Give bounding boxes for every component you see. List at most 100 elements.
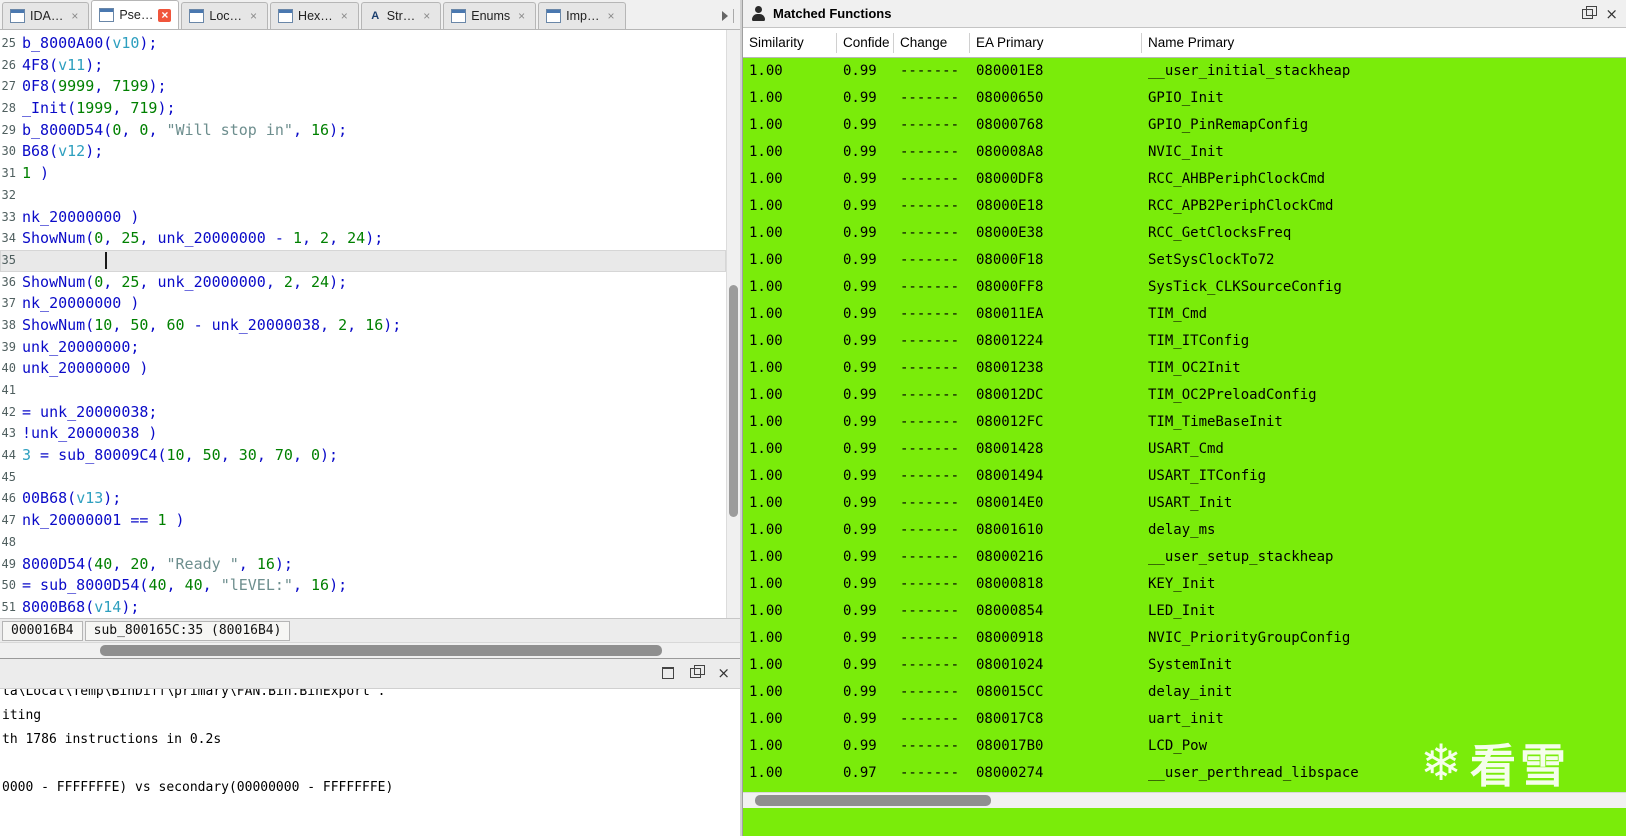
cell-name-primary: delay_init — [1148, 684, 1233, 700]
code-line-50[interactable]: 50 = sub_8000D54(40, 40, "lEVEL:", 16); — [0, 575, 726, 597]
matched-function-row[interactable]: 1.00 0.99 ------- 08000650 GPIO_Init — [743, 85, 1626, 112]
maximize-icon[interactable] — [662, 667, 675, 679]
matched-function-row[interactable]: 1.00 0.99 ------- 08000E38 RCC_GetClocksFreq — [743, 220, 1626, 247]
matched-function-row[interactable]: 1.00 0.99 ------- 08001224 TIM_ITConfig — [743, 328, 1626, 355]
code-line-35[interactable]: 35 — [0, 249, 726, 272]
matched-function-row[interactable]: 1.00 0.99 ------- 080015CC delay_init — [743, 679, 1626, 706]
matched-function-row[interactable]: 1.00 0.99 ------- 08000216 __user_setup_stac… — [743, 544, 1626, 571]
scrollbar-thumb[interactable] — [100, 645, 662, 656]
code-line-39[interactable]: 39 unk_20000000; — [0, 337, 726, 359]
matched-function-row[interactable]: 1.00 0.99 ------- 08001494 USART_ITConfig — [743, 463, 1626, 490]
matched-function-row[interactable]: 1.00 0.99 ------- 08000FF8 SysTick_CLKSource… — [743, 274, 1626, 301]
code-line-32[interactable]: 32 — [0, 185, 726, 207]
code-line-36[interactable]: 36 ShowNum(0, 25, unk_20000000, 2, 24); — [0, 272, 726, 294]
scrollbar-thumb[interactable] — [729, 285, 738, 517]
code-line-40[interactable]: 40 unk_20000000 ) — [0, 358, 726, 380]
matched-function-row[interactable]: 1.00 0.99 ------- 080017B0 LCD_Pow — [743, 733, 1626, 760]
matched-function-row[interactable]: 1.00 0.99 ------- 08000E18 RCC_APB2PeriphClo… — [743, 193, 1626, 220]
cell-similarity: 1.00 — [749, 279, 783, 295]
scrollbar-thumb[interactable] — [755, 795, 991, 806]
tab-loc[interactable]: Loc… × — [181, 2, 269, 29]
code-line-34[interactable]: 34 ShowNum(0, 25, unk_20000000 - 1, 2, 24… — [0, 228, 726, 250]
matched-function-row[interactable]: 1.00 0.99 ------- 08001428 USART_Cmd — [743, 436, 1626, 463]
cell-change: ------- — [900, 117, 960, 133]
code-line-27[interactable]: 27 0F8(9999, 7199); — [0, 76, 726, 98]
tab-close-icon[interactable]: × — [420, 10, 433, 23]
cell-change: ------- — [900, 252, 960, 268]
code-line-28[interactable]: 28 _Init(1999, 719); — [0, 98, 726, 120]
matched-function-row[interactable]: 1.00 0.99 ------- 080017C8 uart_init — [743, 706, 1626, 733]
pseudocode-horizontal-scrollbar[interactable] — [0, 642, 740, 658]
code-line-33[interactable]: 33 nk_20000000 ) — [0, 207, 726, 229]
matched-function-row[interactable]: 1.00 0.99 ------- 08001238 TIM_OC2Init — [743, 355, 1626, 382]
code-line-44[interactable]: 44 3 = sub_80009C4(10, 50, 30, 70, 0); — [0, 445, 726, 467]
code-line-48[interactable]: 48 — [0, 532, 726, 554]
matched-function-row[interactable]: 1.00 0.99 ------- 08001024 SystemInit — [743, 652, 1626, 679]
code-line-41[interactable]: 41 — [0, 380, 726, 402]
matched-function-row[interactable]: 1.00 0.99 ------- 080014E0 USART_Init — [743, 490, 1626, 517]
column-header-change[interactable]: Change — [894, 32, 970, 53]
matched-function-row[interactable]: 1.00 0.97 ------- 08000274 __user_perthread_… — [743, 760, 1626, 787]
code-line-51[interactable]: 51 8000B68(v14); — [0, 597, 726, 618]
column-header-confidence[interactable]: Confide — [837, 32, 894, 53]
tab-pse[interactable]: Pse… × — [91, 0, 180, 29]
pseudocode-vertical-scrollbar[interactable] — [726, 30, 740, 618]
cell-name-primary: NVIC_PriorityGroupConfig — [1148, 630, 1351, 646]
matched-function-row[interactable]: 1.00 0.99 ------- 08000F18 SetSysClockTo72 — [743, 247, 1626, 274]
matched-function-row[interactable]: 1.00 0.99 ------- 080011EA TIM_Cmd — [743, 301, 1626, 328]
mf-rows[interactable]: 1.00 0.99 ------- 080001E8 __user_initial_st… — [743, 58, 1626, 792]
close-icon[interactable]: × — [717, 666, 730, 681]
cell-similarity: 1.00 — [749, 414, 783, 430]
matched-function-row[interactable]: 1.00 0.99 ------- 08001610 delay_ms — [743, 517, 1626, 544]
restore-window-icon[interactable] — [1582, 5, 1598, 19]
code-line-42[interactable]: 42 = unk_20000038; — [0, 402, 726, 424]
matched-function-row[interactable]: 1.00 0.99 ------- 080012DC TIM_OC2PreloadCon… — [743, 382, 1626, 409]
tab-close-icon[interactable]: × — [68, 10, 81, 23]
cell-change: ------- — [900, 711, 960, 727]
cell-change: ------- — [900, 468, 960, 484]
pseudocode-view[interactable]: 25 b_8000A00(v10); 26 4F8(v11); 27 0F8(9999, … — [0, 30, 740, 618]
code-line-47[interactable]: 47 nk_20000001 == 1 ) — [0, 510, 726, 532]
tab-imp[interactable]: Imp… × — [538, 2, 626, 29]
tab-scroll-controls[interactable] — [722, 9, 740, 29]
tab-enums[interactable]: Enums × — [443, 2, 537, 29]
code-line-37[interactable]: 37 nk_20000000 ) — [0, 293, 726, 315]
matched-function-row[interactable]: 1.00 0.99 ------- 08000818 KEY_Init — [743, 571, 1626, 598]
matched-function-row[interactable]: 1.00 0.99 ------- 08000DF8 RCC_AHBPeriphCloc… — [743, 166, 1626, 193]
code-line-38[interactable]: 38 ShowNum(10, 50, 60 - unk_20000038, 2, … — [0, 315, 726, 337]
matched-function-row[interactable]: 1.00 0.99 ------- 080001E8 __user_initial_st… — [743, 58, 1626, 85]
matched-function-row[interactable]: 1.00 0.99 ------- 080008A8 NVIC_Init — [743, 139, 1626, 166]
tab-hex[interactable]: Hex… × — [270, 2, 359, 29]
code-line-43[interactable]: 43 !unk_20000038 ) — [0, 423, 726, 445]
tab-scroll-right-icon[interactable] — [722, 11, 728, 21]
code-line-30[interactable]: 30 B68(v12); — [0, 141, 726, 163]
code-line-26[interactable]: 26 4F8(v11); — [0, 55, 726, 77]
code-line-45[interactable]: 45 — [0, 467, 726, 489]
line-number: 45 — [1, 469, 16, 484]
matched-function-row[interactable]: 1.00 0.99 ------- 080012FC TIM_TimeBaseInit — [743, 409, 1626, 436]
tab-close-icon[interactable]: × — [338, 10, 351, 23]
code-line-49[interactable]: 49 8000D54(40, 20, "Ready ", 16); — [0, 554, 726, 576]
tab-close-icon[interactable]: × — [515, 10, 528, 23]
matched-function-row[interactable]: 1.00 0.99 ------- 08000854 LED_Init — [743, 598, 1626, 625]
code-line-46[interactable]: 46 00B68(v13); — [0, 488, 726, 510]
tab-close-icon[interactable]: × — [605, 10, 618, 23]
matched-function-row[interactable]: 1.00 0.99 ------- 08000768 GPIO_PinRemapConf… — [743, 112, 1626, 139]
mf-horizontal-scrollbar[interactable] — [743, 792, 1626, 808]
tab-str[interactable]: Str… × — [360, 2, 442, 29]
matched-function-row[interactable]: 1.00 0.99 ------- 08000918 NVIC_PriorityGrou… — [743, 625, 1626, 652]
column-header-ea-primary[interactable]: EA Primary — [970, 32, 1142, 53]
float-window-icon[interactable] — [690, 665, 706, 678]
column-header-name-primary[interactable]: Name Primary — [1142, 33, 1626, 53]
column-header-similarity[interactable]: Similarity — [743, 32, 837, 53]
close-icon[interactable]: × — [1605, 6, 1618, 21]
cell-confidence: 0.99 — [843, 225, 877, 241]
code-line-29[interactable]: 29 b_8000D54(0, 0, "Will stop in", 16); — [0, 120, 726, 142]
output-log[interactable]: ta\Local\Temp\BinDiff\primary\FAN.Bin.Bi… — [0, 689, 740, 836]
code-line-25[interactable]: 25 b_8000A00(v10); — [0, 33, 726, 55]
code-line-31[interactable]: 31 1 ) — [0, 163, 726, 185]
cell-change: ------- — [900, 657, 960, 673]
tab-ida[interactable]: IDA… × — [2, 2, 90, 29]
tab-close-icon[interactable]: × — [158, 8, 172, 22]
tab-close-icon[interactable]: × — [247, 10, 260, 23]
